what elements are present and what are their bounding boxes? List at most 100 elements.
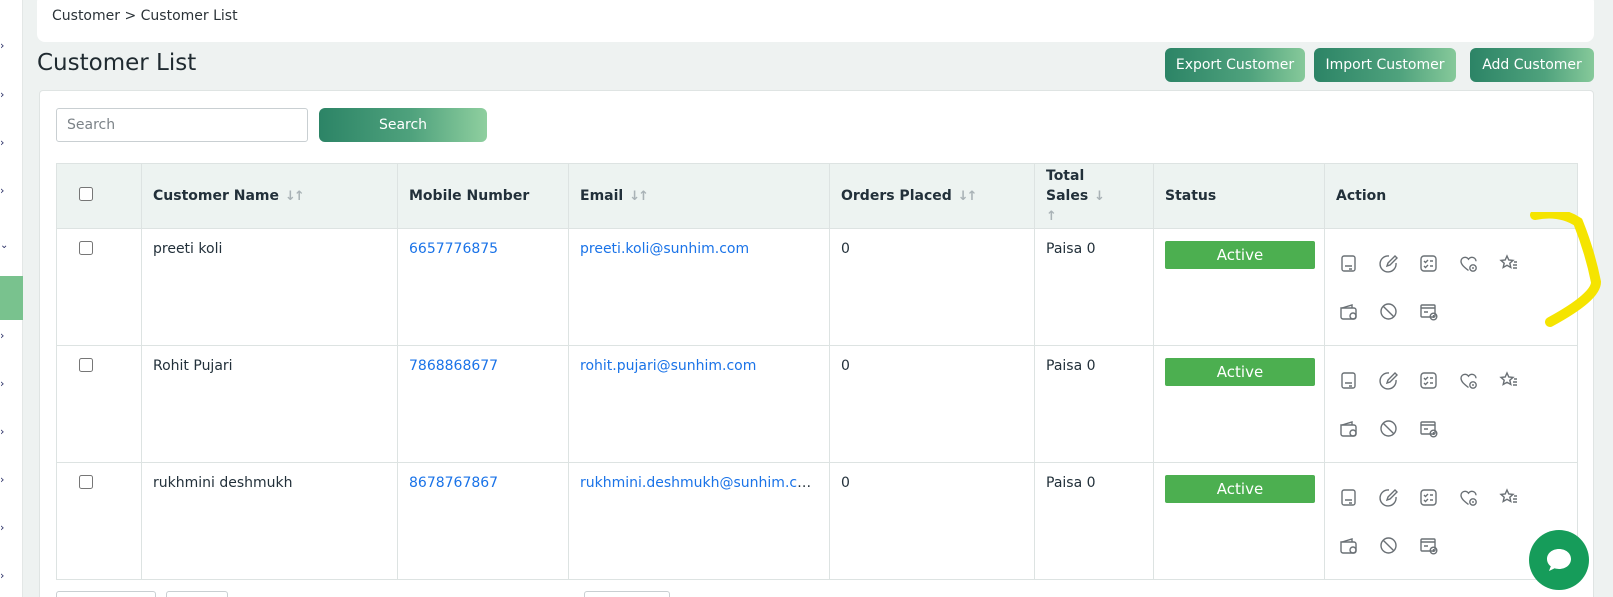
col-status: Status — [1153, 163, 1325, 229]
star-icon[interactable] — [1496, 485, 1520, 509]
highlight-stroke — [1530, 212, 1602, 327]
email-link[interactable]: preeti.koli@sunhim.com — [580, 241, 749, 257]
table-row: rukhmini deshmukh 8678767867 rukhmini.desh… — [56, 462, 1578, 580]
col-mobile-number: Mobile Number — [397, 163, 569, 229]
chevron-right-icon[interactable]: › — [0, 474, 10, 486]
status-badge[interactable]: Active — [1165, 241, 1315, 269]
chevron-right-icon[interactable]: › — [0, 330, 10, 342]
heart-icon[interactable] — [1456, 251, 1480, 275]
yellow-highlight-mark — [1530, 212, 1602, 327]
sort-up-icon[interactable]: ↑ — [1046, 207, 1142, 227]
export-customer-button[interactable]: Export Customer — [1165, 48, 1305, 82]
block-icon[interactable] — [1376, 416, 1400, 440]
star-icon[interactable] — [1496, 251, 1520, 275]
import-customer-button[interactable]: Import Customer — [1314, 48, 1456, 82]
action-icons — [1336, 358, 1566, 440]
col-label: Orders Placed — [841, 188, 952, 204]
col-label: Status — [1165, 188, 1217, 204]
chevron-right-icon[interactable]: › — [0, 378, 10, 390]
block-icon[interactable] — [1376, 299, 1400, 323]
mobile-cell: 6657776875 — [397, 228, 569, 346]
total-sales-cell: Paisa 0 — [1034, 462, 1154, 580]
row-select-cell — [56, 462, 142, 580]
col-label: Email — [580, 188, 624, 204]
total-sales-cell: Paisa 0 — [1034, 228, 1154, 346]
wallet-icon[interactable] — [1336, 299, 1360, 323]
status-cell: Active — [1153, 462, 1325, 580]
heart-icon[interactable] — [1456, 485, 1480, 509]
sidebar-active-item[interactable] — [0, 276, 23, 320]
page-title: Customer List — [37, 50, 197, 76]
add-customer-button[interactable]: Add Customer — [1470, 48, 1594, 82]
mobile-link[interactable]: 8678767867 — [409, 475, 498, 491]
pagination-control[interactable] — [584, 591, 670, 597]
mobile-cell: 7868868677 — [397, 345, 569, 463]
status-badge[interactable]: Active — [1165, 475, 1315, 503]
chevron-right-icon[interactable]: › — [0, 426, 10, 438]
status-cell: Active — [1153, 345, 1325, 463]
select-all-header — [56, 163, 142, 229]
col-email[interactable]: Email ↓↑ — [568, 163, 830, 229]
mobile-cell: 8678767867 — [397, 462, 569, 580]
col-orders-placed[interactable]: Orders Placed ↓↑ — [829, 163, 1035, 229]
edit-icon[interactable] — [1376, 251, 1400, 275]
wallet-icon[interactable] — [1336, 416, 1360, 440]
search-button[interactable]: Search — [319, 108, 487, 142]
table-header-row: Customer Name ↓↑ Mobile Number Email ↓↑ Or… — [56, 163, 1578, 229]
total-sales-cell: Paisa 0 — [1034, 345, 1154, 463]
wallet-icon[interactable] — [1336, 533, 1360, 557]
pagination-control[interactable] — [166, 591, 228, 597]
view-icon[interactable] — [1336, 368, 1360, 392]
status-badge[interactable]: Active — [1165, 358, 1315, 386]
heart-icon[interactable] — [1456, 368, 1480, 392]
edit-icon[interactable] — [1376, 485, 1400, 509]
col-label: Mobile Number — [409, 188, 530, 204]
orders-cell: 0 — [829, 345, 1035, 463]
row-select-cell — [56, 228, 142, 346]
billing-icon[interactable] — [1416, 299, 1440, 323]
chevron-right-icon[interactable]: › — [0, 185, 10, 197]
checklist-icon[interactable] — [1416, 368, 1440, 392]
view-icon[interactable] — [1336, 485, 1360, 509]
sort-icon[interactable]: ↓↑ — [629, 189, 649, 204]
sort-icon[interactable]: ↓↑ — [958, 189, 978, 204]
table-row: Rohit Pujari 7868868677 rohit.pujari@sunhi… — [56, 345, 1578, 463]
col-customer-name[interactable]: Customer Name ↓↑ — [141, 163, 398, 229]
block-icon[interactable] — [1376, 533, 1400, 557]
row-checkbox[interactable] — [79, 241, 93, 255]
chevron-right-icon[interactable]: › — [0, 570, 10, 582]
search-input[interactable] — [56, 108, 308, 142]
chat-widget-button[interactable] — [1529, 530, 1589, 590]
email-link[interactable]: rohit.pujari@sunhim.com — [580, 358, 756, 374]
chat-icon — [1547, 549, 1571, 571]
action-cell — [1324, 345, 1578, 463]
sort-icon[interactable]: ↓↑ — [285, 189, 305, 204]
email-cell: preeti.koli@sunhim.com — [568, 228, 830, 346]
edit-icon[interactable] — [1376, 368, 1400, 392]
left-sidebar-rail: › › › › ⌄ › › › › › › — [0, 0, 23, 597]
row-checkbox[interactable] — [79, 358, 93, 372]
checklist-icon[interactable] — [1416, 251, 1440, 275]
billing-icon[interactable] — [1416, 416, 1440, 440]
email-link[interactable]: rukhmini.deshmukh@sunhim.com — [580, 475, 819, 491]
chevron-down-icon[interactable]: ⌄ — [0, 240, 10, 252]
status-cell: Active — [1153, 228, 1325, 346]
row-checkbox[interactable] — [79, 475, 93, 489]
view-icon[interactable] — [1336, 251, 1360, 275]
pagination-control[interactable] — [56, 591, 156, 597]
billing-icon[interactable] — [1416, 533, 1440, 557]
chevron-right-icon[interactable]: › — [0, 40, 10, 52]
col-total-sales[interactable]: Total Sales ↓ ↑ — [1034, 163, 1154, 229]
star-icon[interactable] — [1496, 368, 1520, 392]
customer-name-cell: preeti koli — [141, 228, 398, 346]
col-label: Customer Name — [153, 188, 279, 204]
mobile-link[interactable]: 7868868677 — [409, 358, 498, 374]
sort-down-icon[interactable]: ↓ — [1094, 189, 1105, 204]
chevron-right-icon[interactable]: › — [0, 89, 10, 101]
checklist-icon[interactable] — [1416, 485, 1440, 509]
select-all-checkbox[interactable] — [79, 187, 93, 201]
mobile-link[interactable]: 6657776875 — [409, 241, 498, 257]
chevron-right-icon[interactable]: › — [0, 522, 10, 534]
chevron-right-icon[interactable]: › — [0, 137, 10, 149]
col-label: Action — [1336, 188, 1387, 204]
